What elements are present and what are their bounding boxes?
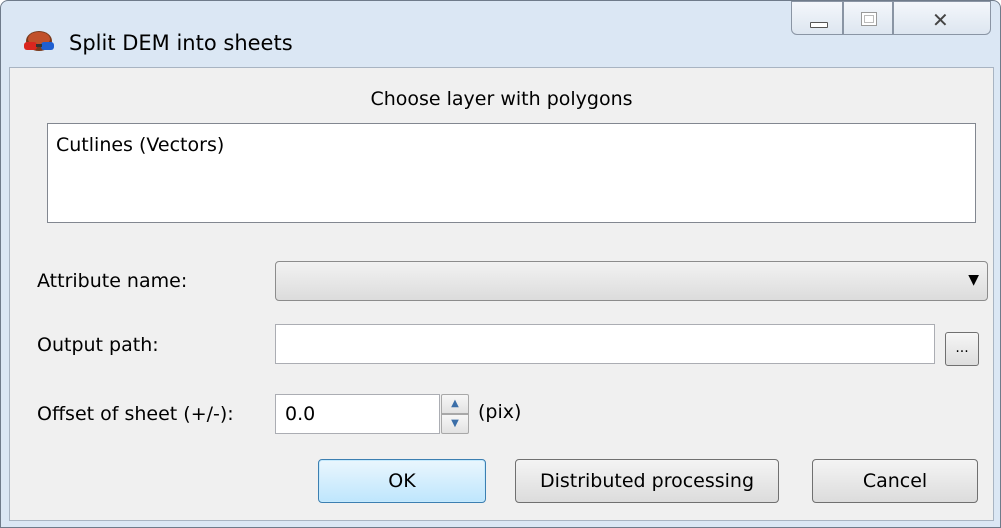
close-button[interactable]: ✕ (893, 1, 991, 35)
maximize-button[interactable] (843, 1, 893, 35)
minimize-button[interactable] (791, 1, 843, 35)
ok-button[interactable]: OK (318, 459, 486, 503)
minimize-icon (810, 22, 828, 28)
maximize-icon (861, 12, 877, 26)
attribute-name-select[interactable]: ▼ (275, 261, 988, 301)
attribute-name-label: Attribute name: (37, 270, 188, 292)
output-path-input[interactable] (275, 324, 935, 364)
3d-glasses-icon (21, 29, 57, 57)
distributed-processing-button[interactable]: Distributed processing (515, 459, 779, 503)
offset-stepper: ▲ ▼ (441, 394, 469, 434)
layer-list-heading: Choose layer with polygons (370, 88, 633, 110)
cancel-button[interactable]: Cancel (812, 459, 978, 503)
offset-unit: (pix) (478, 401, 522, 423)
list-item[interactable]: Cutlines (Vectors) (56, 134, 224, 156)
dialog-body: Choose layer with polygons Cutlines (Vec… (9, 67, 994, 521)
dialog-window: Split DEM into sheets ✕ Choose layer wit… (0, 0, 1001, 528)
output-path-label: Output path: (37, 334, 159, 356)
spin-up-button[interactable]: ▲ (441, 394, 469, 414)
offset-label: Offset of sheet (+/-): (37, 403, 234, 425)
window-title: Split DEM into sheets (69, 31, 293, 55)
spin-down-button[interactable]: ▼ (441, 414, 469, 434)
close-icon: ✕ (932, 8, 949, 32)
browse-button[interactable]: ... (945, 332, 979, 366)
title-bar[interactable]: Split DEM into sheets ✕ (1, 1, 1000, 67)
layer-list[interactable]: Cutlines (Vectors) (47, 123, 976, 223)
chevron-down-icon: ▼ (968, 272, 979, 288)
offset-input[interactable]: 0.0 (275, 394, 440, 434)
